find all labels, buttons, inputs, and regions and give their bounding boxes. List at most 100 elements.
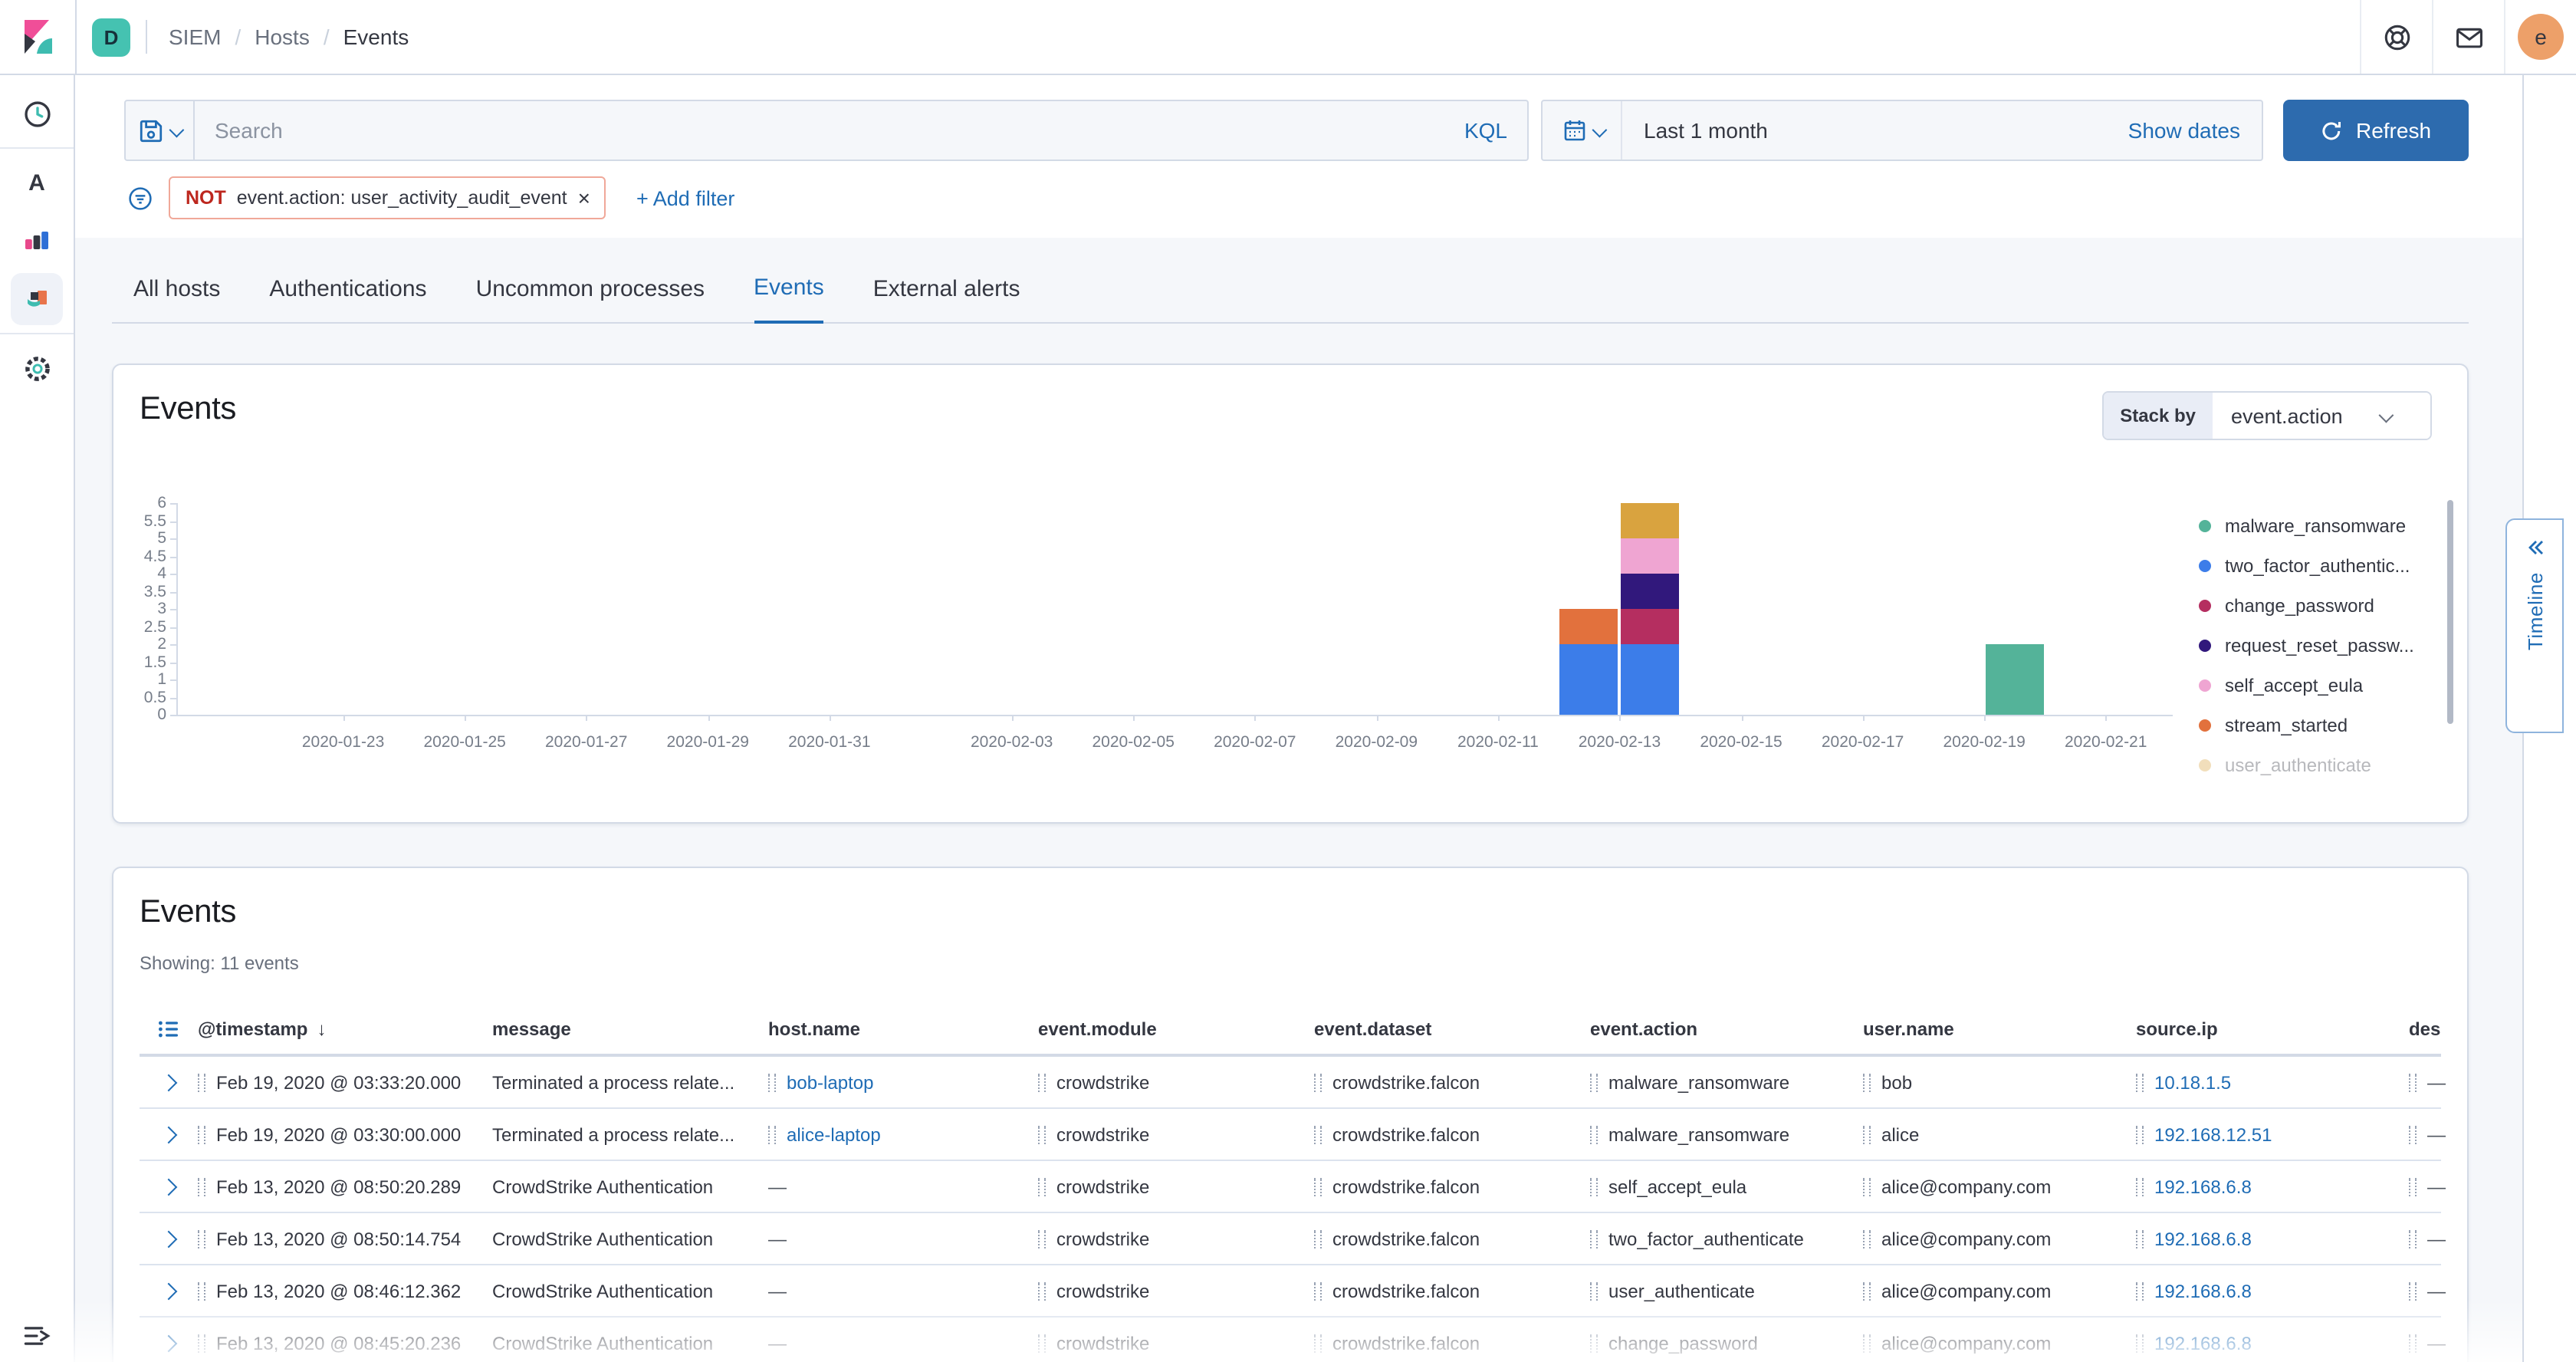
- drag-handle-icon[interactable]: [198, 1281, 205, 1300]
- legend-scrollbar[interactable]: [2447, 500, 2453, 724]
- drag-handle-icon[interactable]: [2136, 1281, 2144, 1300]
- legend-item-user_authenticate[interactable]: user_authenticate: [2199, 745, 2432, 785]
- cell-source-ip[interactable]: 192.168.6.8: [2154, 1280, 2252, 1301]
- sidebar-item-visualize[interactable]: [0, 212, 74, 270]
- remove-filter-icon[interactable]: ×: [578, 187, 590, 209]
- drag-handle-icon[interactable]: [2409, 1177, 2417, 1196]
- bar-segment-malware_ransomware[interactable]: [1985, 644, 2043, 714]
- expand-row-icon[interactable]: [160, 1230, 178, 1248]
- column-header-message[interactable]: message: [492, 1005, 768, 1054]
- show-dates-button[interactable]: Show dates: [2128, 118, 2262, 143]
- expand-row-icon[interactable]: [160, 1178, 178, 1196]
- filter-options-button[interactable]: [127, 185, 153, 211]
- drag-handle-icon[interactable]: [2409, 1229, 2417, 1248]
- drag-handle-icon[interactable]: [198, 1177, 205, 1196]
- filter-chip[interactable]: NOT event.action: user_activity_audit_ev…: [169, 176, 606, 219]
- drag-handle-icon[interactable]: [1590, 1073, 1598, 1091]
- column-header-host-name[interactable]: host.name: [768, 1005, 1038, 1054]
- drag-handle-icon[interactable]: [1863, 1281, 1871, 1300]
- collapse-navigation-button[interactable]: [0, 1324, 74, 1348]
- drag-handle-icon[interactable]: [2409, 1334, 2417, 1352]
- timeline-toggle-button[interactable]: Timeline: [2505, 518, 2564, 733]
- drag-handle-icon[interactable]: [1038, 1229, 1046, 1248]
- drag-handle-icon[interactable]: [1863, 1334, 1871, 1352]
- sidebar-item-siem-active[interactable]: [0, 270, 74, 328]
- drag-handle-icon[interactable]: [2136, 1125, 2144, 1143]
- drag-handle-icon[interactable]: [1314, 1281, 1322, 1300]
- bar-segment-stream_started[interactable]: [1559, 609, 1618, 643]
- column-header-user-name[interactable]: user.name: [1863, 1005, 2136, 1054]
- column-header-event-action[interactable]: event.action: [1590, 1005, 1863, 1054]
- sidebar-item-apm[interactable]: A: [0, 153, 74, 212]
- drag-handle-icon[interactable]: [768, 1073, 776, 1091]
- newsfeed-button[interactable]: [2433, 0, 2504, 74]
- add-filter-button[interactable]: + Add filter: [636, 186, 734, 209]
- drag-handle-icon[interactable]: [1038, 1177, 1046, 1196]
- drag-handle-icon[interactable]: [1590, 1177, 1598, 1196]
- tab-all-hosts[interactable]: All hosts: [133, 276, 220, 322]
- legend-item-stream_started[interactable]: stream_started: [2199, 706, 2432, 745]
- expand-row-icon[interactable]: [160, 1074, 178, 1091]
- cell-source-ip[interactable]: 192.168.6.8: [2154, 1332, 2252, 1354]
- legend-item-change_password[interactable]: change_password: [2199, 586, 2432, 626]
- search-input[interactable]: [195, 118, 1444, 143]
- tab-events[interactable]: Events: [754, 275, 824, 324]
- date-quick-menu-button[interactable]: [1543, 101, 1622, 160]
- kibana-logo[interactable]: [0, 0, 77, 74]
- bar-segment-two_factor_authenticate[interactable]: [1620, 644, 1678, 714]
- drag-handle-icon[interactable]: [2409, 1281, 2417, 1300]
- drag-handle-icon[interactable]: [198, 1125, 205, 1143]
- drag-handle-icon[interactable]: [1863, 1229, 1871, 1248]
- drag-handle-icon[interactable]: [1590, 1229, 1598, 1248]
- drag-handle-icon[interactable]: [2409, 1073, 2417, 1091]
- drag-handle-icon[interactable]: [1590, 1125, 1598, 1143]
- cell-source-ip[interactable]: 10.18.1.5: [2154, 1071, 2231, 1093]
- tab-uncommon-processes[interactable]: Uncommon processes: [476, 276, 705, 322]
- tab-external-alerts[interactable]: External alerts: [873, 276, 1020, 322]
- drag-handle-icon[interactable]: [2136, 1177, 2144, 1196]
- drag-handle-icon[interactable]: [198, 1073, 205, 1091]
- breadcrumb-hosts[interactable]: Hosts: [255, 25, 310, 49]
- space-badge[interactable]: D: [92, 18, 130, 56]
- drag-handle-icon[interactable]: [1038, 1334, 1046, 1352]
- time-range-value[interactable]: Last 1 month: [1622, 118, 1768, 143]
- drag-handle-icon[interactable]: [1314, 1177, 1322, 1196]
- legend-item-self_accept_eula[interactable]: self_accept_eula: [2199, 666, 2432, 706]
- column-header-des[interactable]: des: [2409, 1005, 2469, 1054]
- fields-browser-button[interactable]: [140, 1005, 198, 1054]
- drag-handle-icon[interactable]: [2136, 1073, 2144, 1091]
- cell-source-ip[interactable]: 192.168.6.8: [2154, 1228, 2252, 1249]
- drag-handle-icon[interactable]: [1590, 1334, 1598, 1352]
- sidebar-item-management[interactable]: [0, 339, 74, 397]
- legend-item-malware_ransomware[interactable]: malware_ransomware: [2199, 506, 2432, 546]
- bar-segment-two_factor_authenticate[interactable]: [1559, 644, 1618, 714]
- expand-row-icon[interactable]: [160, 1126, 178, 1143]
- drag-handle-icon[interactable]: [2409, 1125, 2417, 1143]
- bar-segment-user_authenticate[interactable]: [1620, 503, 1678, 538]
- drag-handle-icon[interactable]: [1038, 1281, 1046, 1300]
- help-button[interactable]: [2361, 0, 2432, 74]
- drag-handle-icon[interactable]: [1038, 1073, 1046, 1091]
- column-header-event-dataset[interactable]: event.dataset: [1314, 1005, 1590, 1054]
- cell-source-ip[interactable]: 192.168.6.8: [2154, 1176, 2252, 1197]
- saved-query-menu-button[interactable]: [126, 101, 195, 160]
- drag-handle-icon[interactable]: [1314, 1229, 1322, 1248]
- bar-segment-change_password[interactable]: [1620, 609, 1678, 643]
- refresh-button[interactable]: Refresh: [2283, 100, 2469, 161]
- legend-item-two_factor_authentic-[interactable]: two_factor_authentic...: [2199, 546, 2432, 586]
- stack-by-select[interactable]: event.action: [2213, 393, 2430, 439]
- drag-handle-icon[interactable]: [1314, 1073, 1322, 1091]
- expand-row-icon[interactable]: [160, 1282, 178, 1300]
- drag-handle-icon[interactable]: [1863, 1073, 1871, 1091]
- expand-row-icon[interactable]: [160, 1334, 178, 1352]
- drag-handle-icon[interactable]: [768, 1125, 776, 1143]
- column-header-event-module[interactable]: event.module: [1038, 1005, 1314, 1054]
- legend-item-request_reset_passw-[interactable]: request_reset_passw...: [2199, 626, 2432, 666]
- cell-host-name[interactable]: alice-laptop: [787, 1123, 881, 1145]
- drag-handle-icon[interactable]: [198, 1334, 205, 1352]
- kql-syntax-button[interactable]: KQL: [1444, 118, 1527, 143]
- bar-segment-self_accept_eula[interactable]: [1620, 538, 1678, 573]
- drag-handle-icon[interactable]: [2136, 1229, 2144, 1248]
- breadcrumb-siem[interactable]: SIEM: [169, 25, 221, 49]
- drag-handle-icon[interactable]: [2136, 1334, 2144, 1352]
